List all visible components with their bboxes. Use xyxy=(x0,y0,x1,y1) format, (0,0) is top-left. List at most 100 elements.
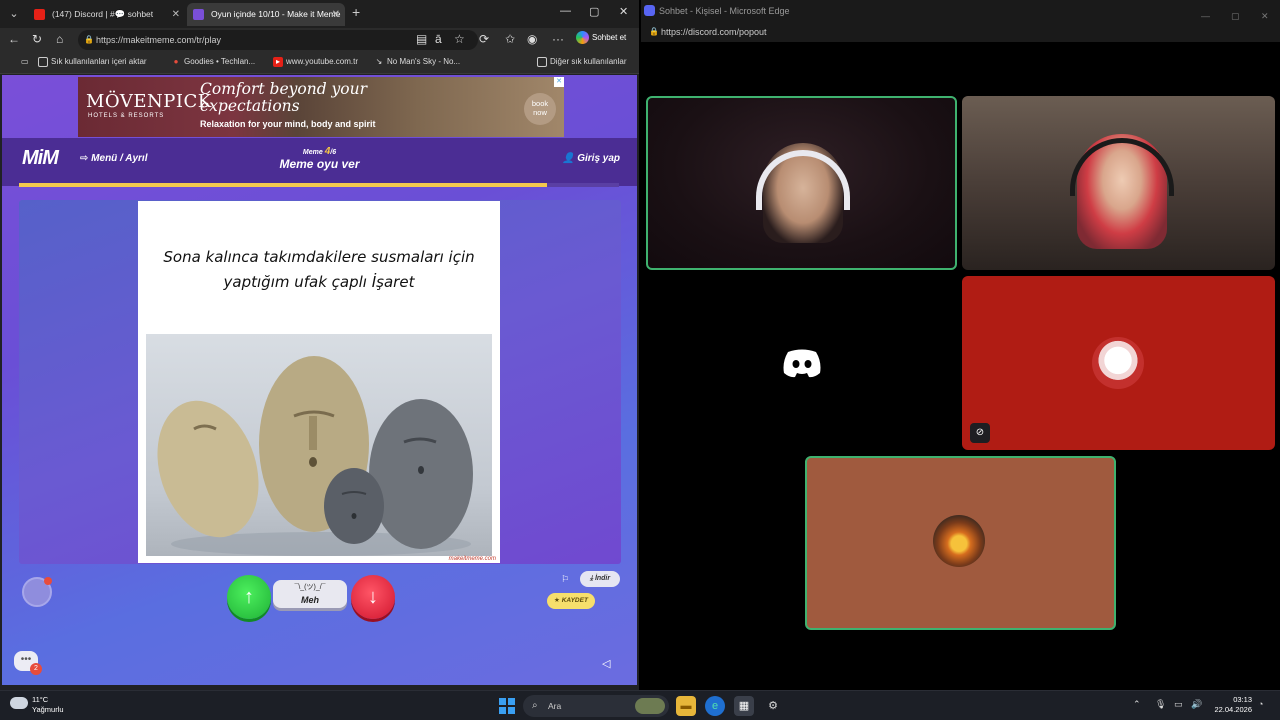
volume-icon[interactable]: 🔊 xyxy=(1191,699,1202,710)
mim-favicon-icon xyxy=(193,9,204,20)
minimize-icon[interactable]: — xyxy=(560,5,571,17)
moai-stones-illustration xyxy=(157,356,473,556)
extensions-icon[interactable]: ⟳ xyxy=(479,32,489,46)
bookmark-label: No Man's Sky - No... xyxy=(387,57,461,66)
meh-label: Meh xyxy=(301,595,319,605)
bookmark-youtube[interactable]: ▸ www.youtube.com.tr xyxy=(273,57,359,67)
settings-gear-icon[interactable]: ⚙ xyxy=(763,696,783,716)
tab-discord[interactable]: (147) Discord | #​💬 sohbet ✕ xyxy=(28,3,185,26)
network-icon[interactable]: ▭ xyxy=(1174,699,1183,710)
store-icon[interactable]: ▦ xyxy=(734,696,754,716)
discord-popout-window: Sohbet - Kişisel - Microsoft Edge — ▢ ✕ … xyxy=(641,0,1280,690)
save-button[interactable]: ★ KAYDET xyxy=(547,593,595,609)
fire-avatar xyxy=(933,515,985,567)
bookmark-other[interactable]: Diğer sık kullanılanlar xyxy=(537,57,627,67)
meme-stage: Sona kalınca takımdakilere susmaları içi… xyxy=(19,200,621,564)
copilot-button[interactable]: Sohbet et xyxy=(576,31,626,44)
tab-make-it-meme[interactable]: Oyun içinde 10/10 - Make it Meme ✕ xyxy=(187,3,345,26)
video-tile-speaking-webcam[interactable] xyxy=(646,96,957,270)
home-icon[interactable]: ⌂ xyxy=(56,32,63,46)
bookmark-label: Sık kullanılanları içeri aktar xyxy=(51,57,147,66)
user-icon: 👤 xyxy=(562,153,578,164)
show-hidden-icons[interactable]: ⌃ xyxy=(1133,699,1141,710)
pin-icon: ● xyxy=(173,57,179,66)
tab-bar: ⌄ (147) Discord | #​💬 sohbet ✕ Oyun için… xyxy=(0,0,639,28)
discord-window-title: Sohbet - Kişisel - Microsoft Edge xyxy=(659,6,790,16)
immersive-reader-icon[interactable]: ▤ xyxy=(416,32,427,46)
bookmark-no-mans-sky[interactable]: ↘ No Man's Sky - No... xyxy=(374,57,460,66)
clock[interactable]: 03:13 22.04.2026 xyxy=(1208,695,1252,715)
refresh-icon[interactable]: ↻ xyxy=(32,32,42,46)
notifications-icon[interactable]: ◔ xyxy=(1258,699,1263,709)
youtube-icon: ▸ xyxy=(273,57,283,67)
report-flag-icon[interactable]: ⚐ xyxy=(561,574,569,585)
make-it-meme-page: MÖVENPICK HOTELS & RESORTS Comfort beyon… xyxy=(2,75,637,685)
tab-title: Oyun içinde 10/10 - Make it Meme xyxy=(211,9,341,19)
player-avatar[interactable] xyxy=(22,577,52,607)
bookmark-import[interactable]: Sık kullanılanları içeri aktar xyxy=(38,57,147,67)
ad-close-icon[interactable]: ✕ xyxy=(554,77,564,87)
back-icon[interactable]: ← xyxy=(8,32,20,46)
start-button[interactable] xyxy=(499,698,515,714)
tab-title: (147) Discord | #​💬 sohbet xyxy=(52,9,154,19)
url-text: https://makeitmeme.com/tr/play xyxy=(96,35,222,45)
tab-actions-icon[interactable]: ⌄ xyxy=(4,4,24,24)
weather-widget[interactable]: 11°C Yağmurlu xyxy=(10,695,64,715)
meh-face: ¯\_(ツ)_/¯ xyxy=(294,584,326,591)
weather-condition: Yağmurlu xyxy=(32,705,64,714)
nav-bar: ← ↻ ⌂ 🔒 https://makeitmeme.com/tr/play ▤… xyxy=(0,28,639,52)
ad-book-now-button[interactable]: book now xyxy=(524,93,556,125)
arrow-down-icon: ↓ xyxy=(368,586,378,608)
meme-card: Sona kalınca takımdakilere susmaları içi… xyxy=(138,201,500,563)
discord-url: https://discord.com/popout xyxy=(661,27,767,37)
game-header: MiM ⇨ Menü / Ayrıl Meme 4/6 Meme oyu ver… xyxy=(2,138,637,186)
meh-button[interactable]: ¯\_(ツ)_/¯ Meh xyxy=(273,580,347,608)
sound-toggle-icon[interactable]: ◁ xyxy=(602,657,610,670)
chat-button[interactable]: ••• 2 xyxy=(14,651,42,675)
more-options-icon[interactable]: ··· xyxy=(552,32,564,46)
taskbar-search[interactable]: ⌕ Ara xyxy=(523,695,669,717)
close-window-icon[interactable]: ✕ xyxy=(619,5,628,18)
video-tile-webcam[interactable] xyxy=(962,96,1275,270)
upvote-button[interactable]: ↑ xyxy=(227,575,271,619)
round-progress-fill xyxy=(19,183,547,187)
close-tab-icon[interactable]: ✕ xyxy=(172,3,180,26)
lock-icon: 🔒 xyxy=(649,27,659,36)
favorites-icon[interactable]: ✩ xyxy=(505,32,515,46)
video-tile-default-avatar[interactable] xyxy=(646,276,957,450)
search-highlight-image xyxy=(635,698,665,714)
ad-banner[interactable]: MÖVENPICK HOTELS & RESORTS Comfort beyon… xyxy=(78,77,564,137)
bookmark-label: www.youtube.com.tr xyxy=(286,57,359,66)
ad-tagline: Relaxation for your mind, body and spiri… xyxy=(200,119,376,129)
new-tab-button[interactable]: + xyxy=(352,4,360,20)
file-explorer-icon[interactable]: ▬ xyxy=(676,696,696,716)
close-tab-icon[interactable]: ✕ xyxy=(332,3,340,26)
discord-title-bar: Sohbet - Kişisel - Microsoft Edge — ▢ ✕ xyxy=(641,0,1280,22)
bookmark-bar-menu-icon[interactable]: ▭ xyxy=(8,57,29,66)
bookmarks-bar: ▭ Sık kullanılanları içeri aktar ● Goodi… xyxy=(0,52,639,74)
edge-icon[interactable]: e xyxy=(705,696,725,716)
favorite-star-icon[interactable]: ☆ xyxy=(454,32,465,46)
copilot-icon xyxy=(576,31,589,44)
search-placeholder: Ara xyxy=(548,701,562,711)
login-link[interactable]: 👤 Giriş yap xyxy=(562,153,620,164)
folder-icon xyxy=(38,57,48,67)
discord-address-bar: 🔒 https://discord.com/popout xyxy=(641,22,1280,42)
site-info-icon[interactable]: 🔒 xyxy=(84,30,94,50)
translate-icon[interactable]: ā xyxy=(435,32,442,46)
profile-icon[interactable]: ◉ xyxy=(527,32,537,46)
save-label: KAYDET xyxy=(561,597,588,604)
arrow-up-icon: ↑ xyxy=(244,586,254,608)
downvote-button[interactable]: ↓ xyxy=(351,575,395,619)
nms-icon: ↘ xyxy=(375,57,383,66)
bookmark-goodies[interactable]: ● Goodies • Techlan... xyxy=(171,57,256,66)
meme-caption: Sona kalınca takımdakilere susmaları içi… xyxy=(163,248,475,291)
video-tile-avatar[interactable]: ⊘ xyxy=(962,276,1275,450)
maximize-icon[interactable]: ▢ xyxy=(589,5,599,18)
ad-brand: MÖVENPICK xyxy=(86,91,212,112)
bookmark-label: Diğer sık kullanılanlar xyxy=(550,57,627,66)
video-tile-avatar-speaking[interactable] xyxy=(805,456,1116,630)
microphone-icon[interactable]: 🎙 xyxy=(1155,699,1166,710)
download-label: İndir xyxy=(594,575,611,582)
download-button[interactable]: ⤓ İndir xyxy=(580,571,620,587)
